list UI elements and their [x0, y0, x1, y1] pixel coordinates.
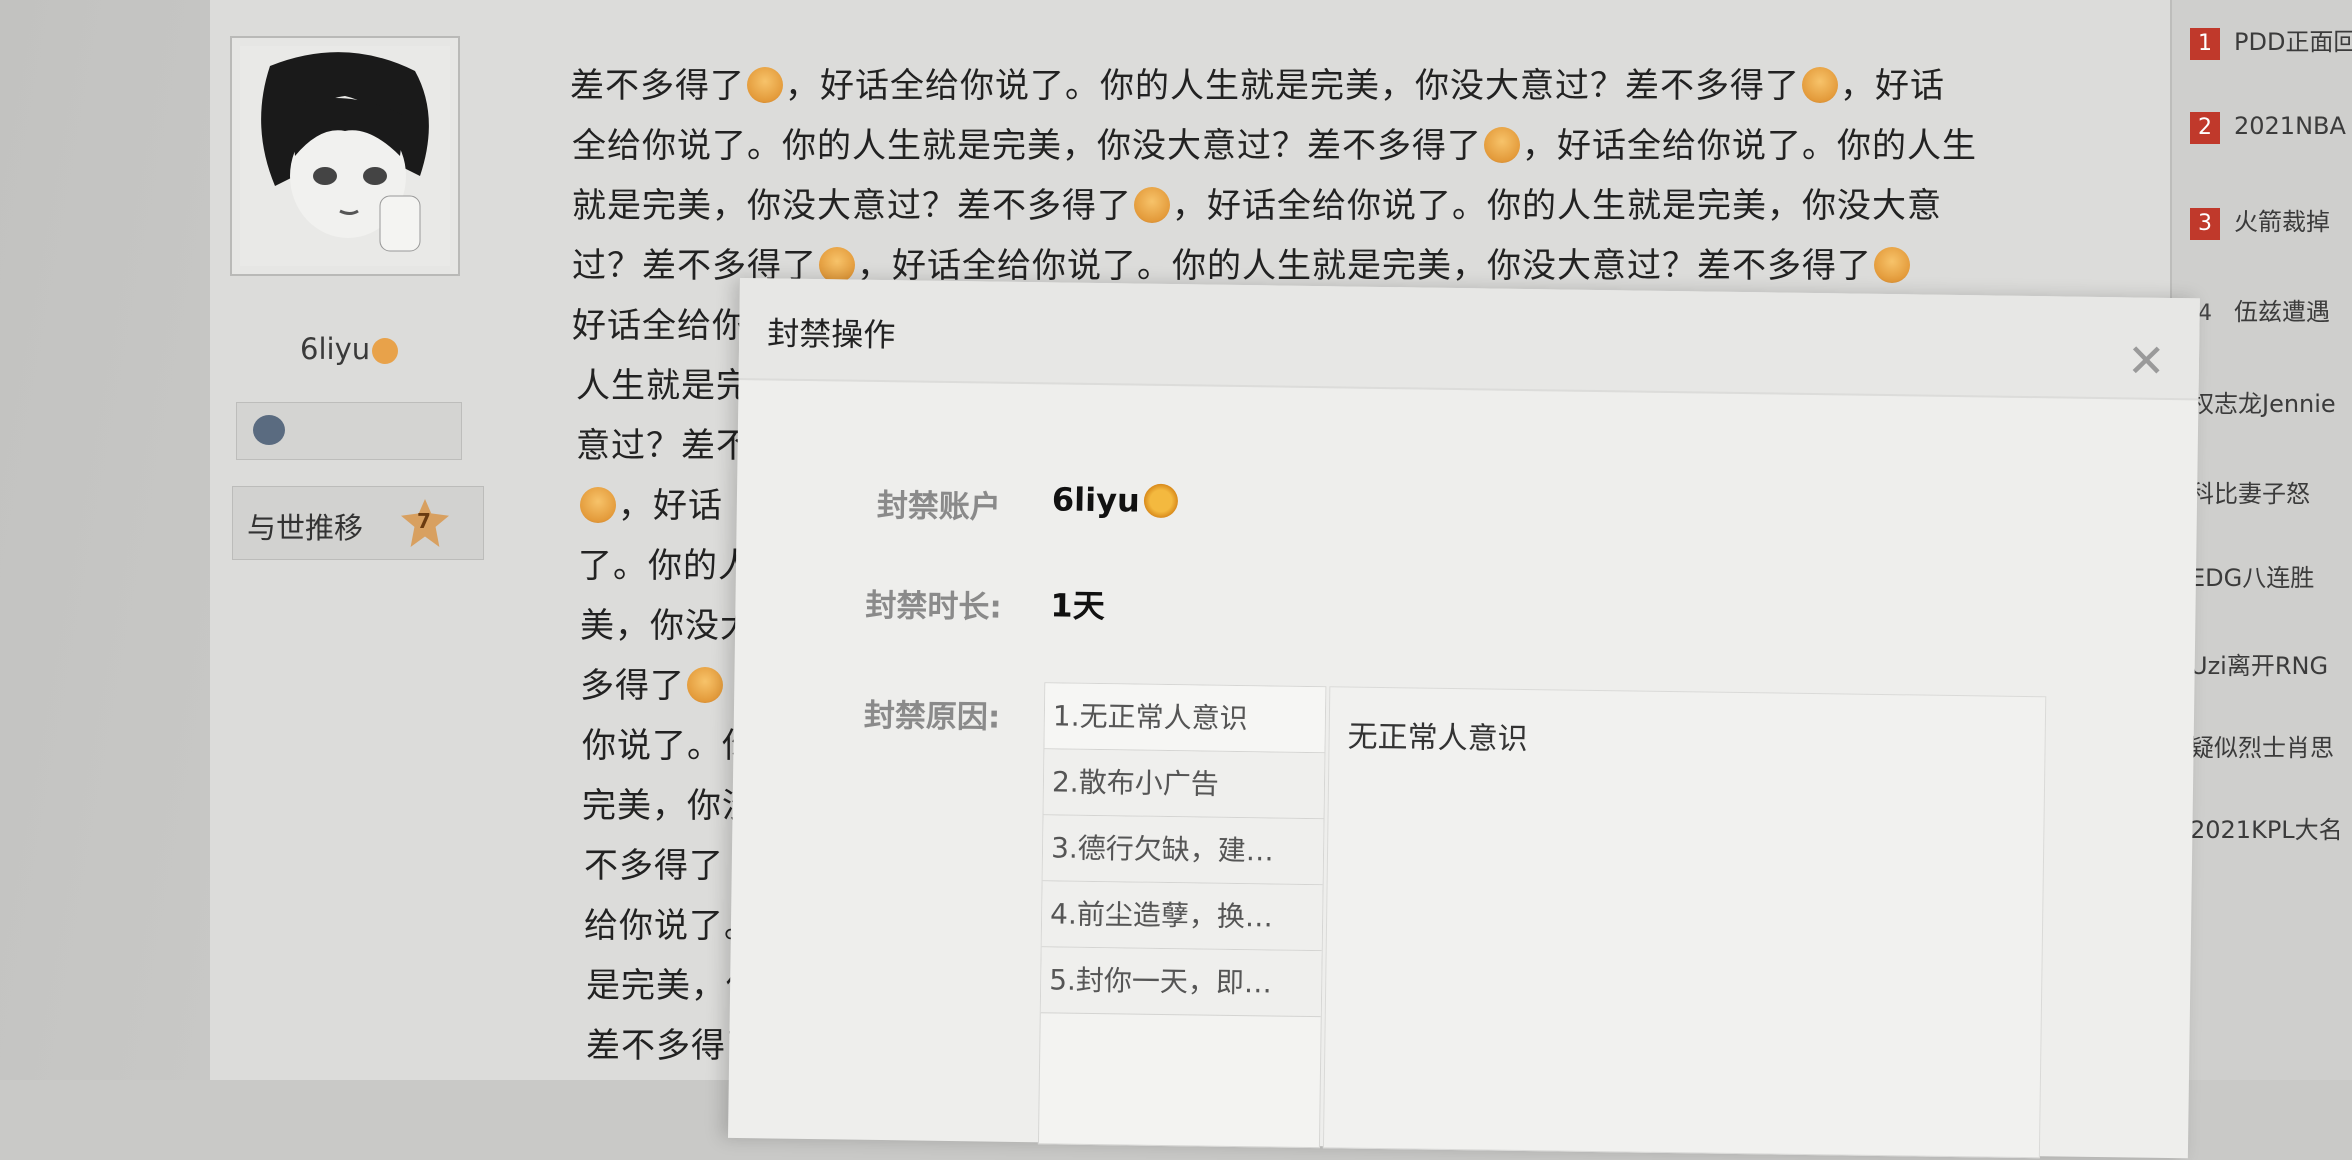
post-text: 就是完美，你没大意过？差不多得了: [572, 186, 1132, 226]
username-text[interactable]: 6liyu: [300, 332, 370, 366]
dialog-header: 封禁操作 ✕: [738, 278, 2200, 401]
post-line: 就是完美，你没大意过？差不多得了 ，好话全给你说了。你的人生就是完美，你没大意: [572, 178, 1942, 227]
laughing-emoji-icon: [1484, 127, 1520, 163]
hot-list-title: 疑似烈士肖思: [2190, 734, 2334, 762]
reason-option-4[interactable]: 4.前尘造孽，换…: [1041, 881, 1323, 952]
hot-list-item[interactable]: Uzi离开RNG: [2190, 646, 2352, 681]
laughing-emoji-icon: [747, 67, 783, 103]
reason-option-5[interactable]: 5.封你一天，即…: [1040, 947, 1322, 1018]
hot-list-item[interactable]: 疑似烈士肖思: [2190, 728, 2352, 763]
post-text: ，好话全给你说了。你的人生: [1522, 126, 1977, 166]
reason-label: 封禁原因:: [863, 697, 1001, 736]
laughing-emoji-icon: [819, 247, 855, 283]
hot-list-title: 科比妻子怒: [2190, 480, 2310, 508]
avatar[interactable]: [230, 36, 460, 276]
post-line: 意过？差不: [576, 418, 751, 467]
author-username[interactable]: 6liyu: [300, 332, 399, 366]
post-line: 了。你的人: [578, 538, 753, 587]
duration-value[interactable]: 1天: [1050, 580, 1105, 627]
hot-list-item[interactable]: 科比妻子怒: [2190, 474, 2352, 509]
medal-icon[interactable]: [253, 415, 285, 445]
laughing-emoji-icon: [687, 667, 723, 703]
hot-list-item[interactable]: 4 伍兹遭遇: [2190, 292, 2352, 330]
reason-list: 1.无正常人意识 2.散布小广告 3.德行欠缺，建… 4.前尘造孽，换… 5.封…: [1037, 682, 1327, 1149]
post-line: 好话全给你: [572, 298, 747, 347]
dialog-title: 封禁操作: [766, 314, 896, 355]
sun-emoji-icon: [1143, 483, 1179, 519]
hot-list-item[interactable]: 3 火箭裁掉: [2190, 202, 2352, 240]
post-text: 意过？差不: [576, 426, 751, 466]
post-line: 完美，你没: [582, 778, 757, 827]
hot-list-item[interactable]: EDG八连胜: [2190, 558, 2352, 593]
hot-list-item[interactable]: 权志龙Jennie: [2190, 384, 2352, 419]
hot-list-title: 权志龙Jennie: [2190, 390, 2336, 418]
hot-list-panel: [2170, 0, 2352, 1080]
hot-list-item[interactable]: 1 PDD正面回应: [2190, 22, 2352, 60]
hot-list-title: 2021NBA: [2234, 112, 2346, 140]
rank-badge: 2: [2190, 112, 2220, 144]
post-line: 人生就是完: [576, 358, 751, 407]
hot-list-item[interactable]: 2021KPL大名: [2190, 810, 2352, 845]
post-text: ，好话: [618, 486, 723, 526]
hot-list-title: 伍兹遭遇: [2234, 298, 2330, 326]
post-text: 你说了。你: [582, 726, 757, 766]
post-text: 人生就是完: [576, 366, 751, 406]
laughing-emoji-icon: [1802, 67, 1838, 103]
duration-label: 封禁时长:: [865, 587, 1003, 626]
post-line: 多得了: [580, 658, 725, 707]
laughing-emoji-icon: [1134, 187, 1170, 223]
hot-list-item[interactable]: 2 2021NBA: [2190, 112, 2352, 144]
post-text: 了。你的人: [578, 546, 753, 586]
post-text: 不多得了: [584, 846, 724, 886]
hot-list-title: EDG八连胜: [2190, 564, 2315, 592]
account-name: 6liyu: [1051, 480, 1141, 520]
close-icon[interactable]: ✕: [2127, 333, 2166, 388]
account-label: 封禁账户: [876, 487, 1002, 526]
hot-list-title: PDD正面回应: [2234, 28, 2352, 56]
rank-badge: 1: [2190, 28, 2220, 60]
avatar-image: [240, 46, 450, 266]
reason-option-3[interactable]: 3.德行欠缺，建…: [1042, 815, 1324, 886]
post-line: 美，你没大: [580, 598, 755, 647]
post-text: ，好话全给你说了。你的人生就是完美，你没大意: [1172, 186, 1942, 226]
post-text: ，好话全给你说了。你的人生就是完美，你没大意过？差不多得了: [785, 66, 1800, 106]
reason-option-1[interactable]: 1.无正常人意识: [1044, 683, 1326, 754]
post-text: ，好话: [1840, 66, 1945, 106]
post-text: 好话全给你: [572, 306, 747, 346]
post-line: ，好话: [578, 478, 723, 527]
hot-list-title: 火箭裁掉: [2234, 208, 2330, 236]
ban-dialog: 封禁操作 ✕ 封禁账户 6liyu 封禁时长: 1天 封禁原因: 1.无正常人意…: [727, 278, 2200, 1159]
recommend-label: 与世推移: [247, 511, 364, 545]
laughing-emoji-icon: [580, 487, 616, 523]
post-line: 差不多得了 ，好话全给你说了。你的人生就是完美，你没大意过？差不多得了 ，好话: [570, 58, 1945, 107]
hot-list-title: Uzi离开RNG: [2190, 652, 2329, 680]
reason-text: 无正常人意识: [1347, 719, 1528, 758]
rank-badge: 3: [2190, 208, 2220, 240]
post-text: 完美，你没: [582, 786, 757, 826]
account-value: 6liyu: [1051, 480, 1179, 520]
post-text: 美，你没大: [580, 606, 755, 646]
recommend-badge[interactable]: 与世推移 7: [232, 486, 484, 560]
post-line: 你说了。你: [582, 718, 757, 767]
reason-textarea[interactable]: 无正常人意识: [1322, 686, 2047, 1159]
laughing-emoji-icon: [1874, 247, 1910, 283]
post-text: 差不多得了: [570, 66, 745, 106]
post-text: 全给你说了。你的人生就是完美，你没大意过？差不多得了: [572, 126, 1482, 166]
post-text: 多得了: [580, 666, 685, 706]
hot-list-title: 2021KPL大名: [2190, 816, 2343, 844]
post-text: ，好话全给你说了。你的人生就是完美，你没大意过？差不多得了: [857, 246, 1872, 286]
post-line: 全给你说了。你的人生就是完美，你没大意过？差不多得了 ，好话全给你说了。你的人生: [572, 118, 1977, 167]
level-number: 7: [417, 509, 431, 533]
reason-option-2[interactable]: 2.散布小广告: [1043, 749, 1325, 820]
badge-row: [236, 402, 462, 460]
post-line: 不多得了: [584, 838, 724, 887]
sun-emoji-icon: [372, 338, 399, 364]
